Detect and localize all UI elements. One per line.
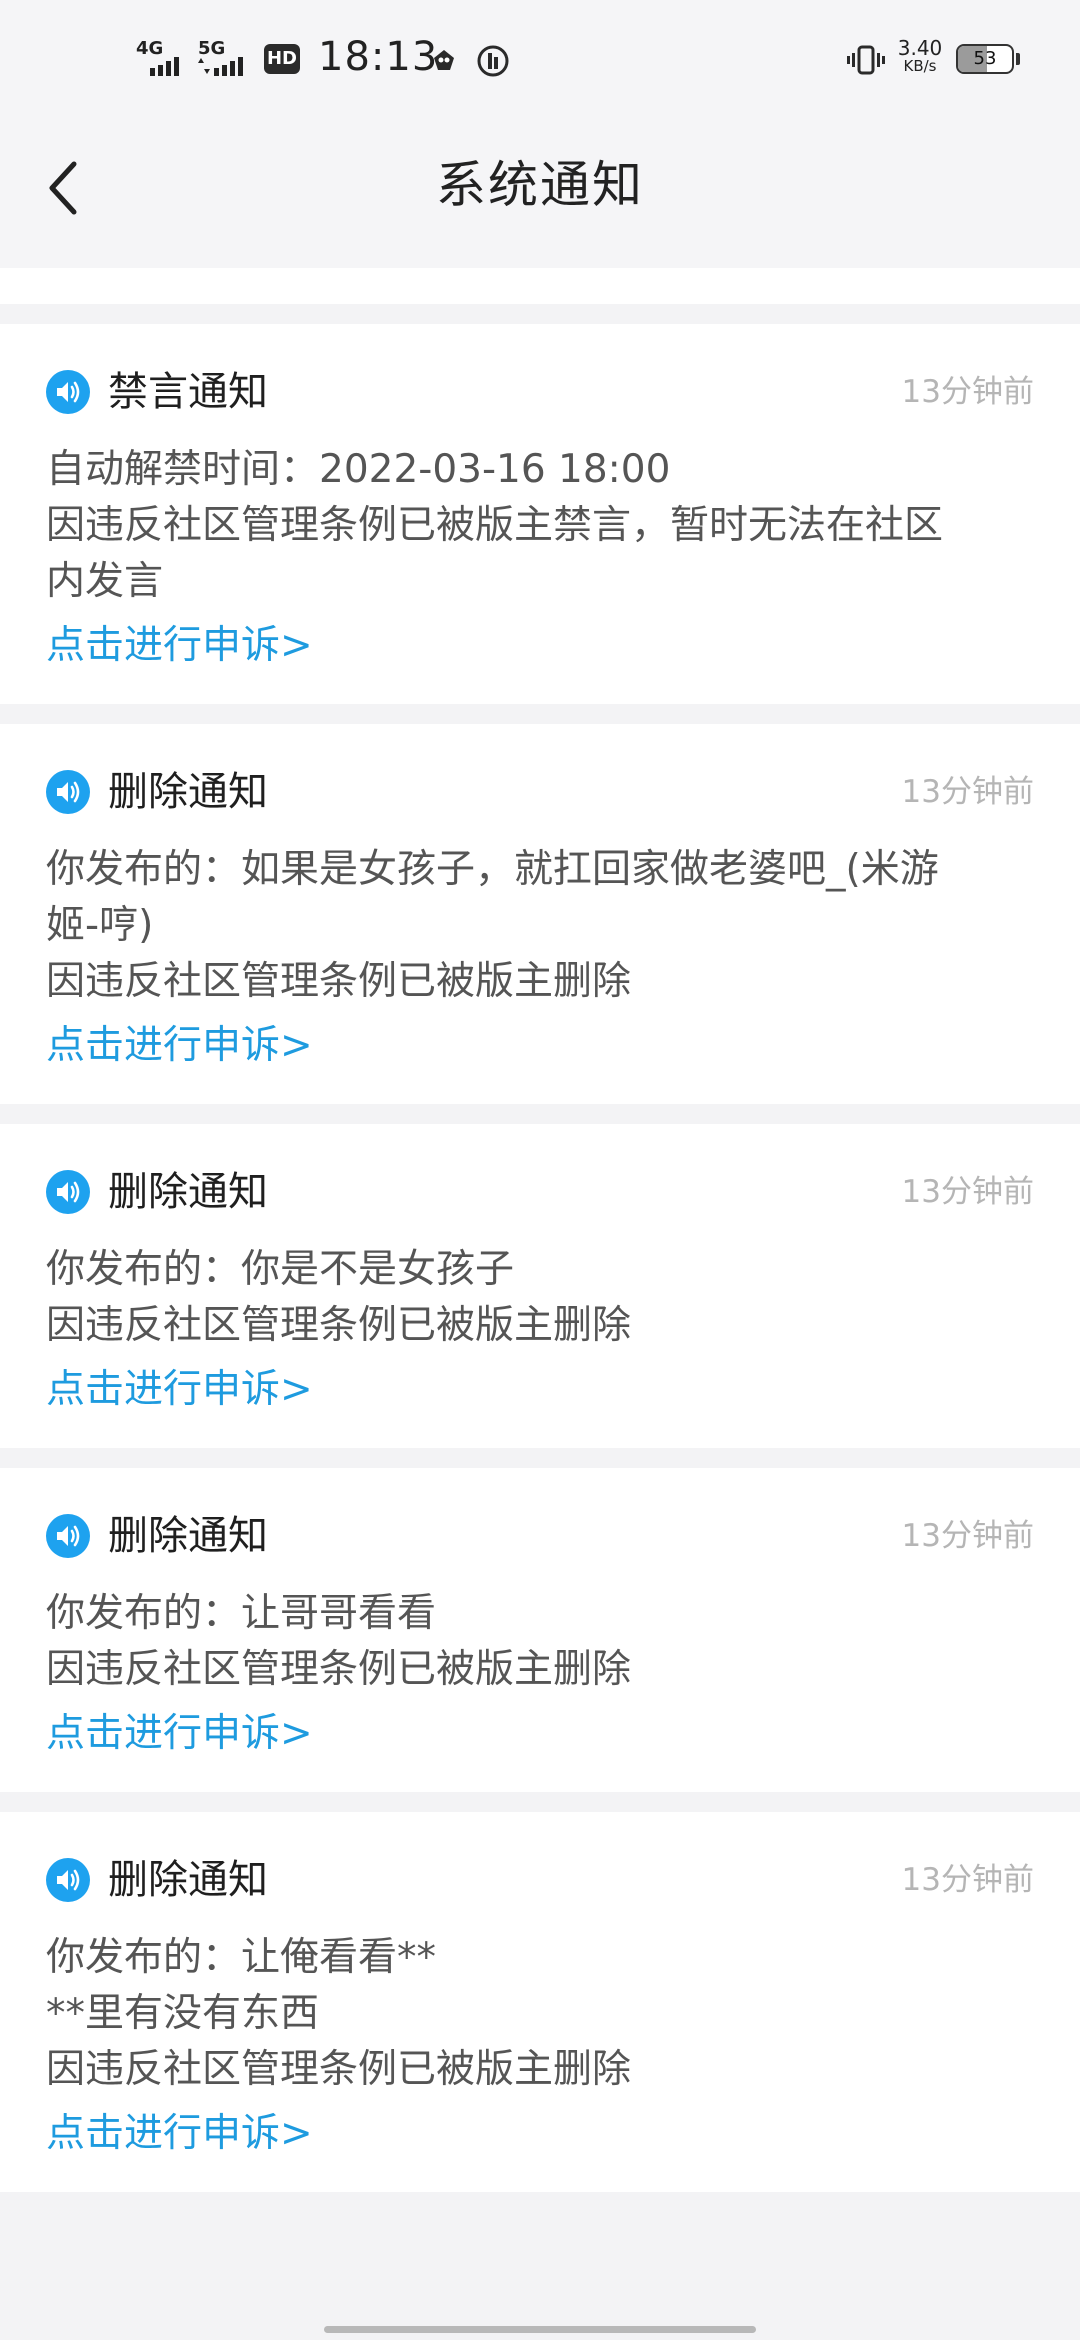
status-bar: 4G 5G HD 18:13 3.40 KB/s 53	[0, 0, 1080, 120]
speaker-icon	[46, 1170, 90, 1214]
notification-title: 删除通知	[108, 1169, 268, 1215]
appeal-link[interactable]: 点击进行申诉>	[46, 2106, 313, 2162]
notification-text-line: 因违反社区管理条例已被版主删除	[46, 1303, 632, 1348]
notification-body: 你发布的：让哥哥看看因违反社区管理条例已被版主删除	[46, 1586, 1034, 1698]
signal-bars-icon	[150, 57, 179, 76]
notification-title: 删除通知	[108, 769, 268, 815]
notification-time: 13分钟前	[901, 374, 1034, 410]
battery-tip	[1016, 53, 1020, 65]
notification-time: 13分钟前	[901, 1174, 1034, 1210]
hd-badge: HD	[264, 44, 300, 74]
signal-bars-icon	[214, 57, 243, 76]
status-clock: 18:13	[318, 34, 439, 80]
app-notification-icon	[477, 45, 509, 77]
notification-body: 你发布的：让俺看看** **里有没有东西因违反社区管理条例已被版主删除	[46, 1930, 1034, 2098]
notification-text-line: 内发言	[46, 559, 164, 604]
page-title: 系统通知	[436, 156, 644, 214]
game-app-icon	[434, 50, 454, 70]
speaker-icon	[46, 1514, 90, 1558]
notification-text-line: 因违反社区管理条例已被版主删除	[46, 1647, 632, 1692]
vibrate-icon	[847, 45, 885, 75]
notification-text-line: 你发布的：让俺看看**	[46, 1935, 437, 1980]
notification-card: 删除通知 13分钟前 你发布的：让哥哥看看因违反社区管理条例已被版主删除 点击进…	[0, 1468, 1080, 1792]
notification-text-line: 因违反社区管理条例已被版主删除	[46, 959, 632, 1004]
appeal-link[interactable]: 点击进行申诉>	[46, 1706, 313, 1762]
notification-title: 禁言通知	[108, 369, 268, 415]
notification-text-line: 你发布的：如果是女孩子，就扛回家做老婆吧_(米游	[46, 847, 939, 892]
notification-body: 你发布的：如果是女孩子，就扛回家做老婆吧_(米游 姬-哼) 因违反社区管理条例已被版…	[46, 842, 1034, 1010]
notification-header: 删除通知 13分钟前	[46, 1494, 1034, 1574]
notification-text-line: **里有没有东西	[46, 1991, 320, 2036]
notification-list: 禁言通知 13分钟前 自动解禁时间：2022-03-16 18:00 因违反社区管…	[0, 268, 1080, 2192]
notification-text-line: 自动解禁时间：2022-03-16 18:00	[46, 447, 671, 492]
battery-icon: 53	[956, 44, 1014, 74]
notification-header: 删除通知 13分钟前	[46, 1838, 1034, 1918]
list-top-edge	[0, 268, 1080, 304]
notification-card: 删除通知 13分钟前 你发布的：让俺看看** **里有没有东西因违反社区管理条例已…	[0, 1812, 1080, 2192]
notification-text-line: 因违反社区管理条例已被版主禁言，暂时无法在社区	[46, 503, 944, 548]
notification-text-line: 你发布的：你是不是女孩子	[46, 1247, 515, 1292]
notification-card: 删除通知 13分钟前 你发布的：如果是女孩子，就扛回家做老婆吧_(米游 姬-哼) 因…	[0, 724, 1080, 1104]
notification-body: 你发布的：你是不是女孩子因违反社区管理条例已被版主删除	[46, 1242, 1034, 1354]
notification-time: 13分钟前	[901, 1518, 1034, 1554]
notification-body: 自动解禁时间：2022-03-16 18:00 因违反社区管理条例已被版主禁言，暂…	[46, 442, 1034, 610]
notification-text-line: 你发布的：让哥哥看看	[46, 1591, 437, 1636]
net-speed-unit: KB/s	[903, 57, 937, 75]
appeal-link[interactable]: 点击进行申诉>	[46, 618, 313, 674]
notification-card: 禁言通知 13分钟前 自动解禁时间：2022-03-16 18:00 因违反社区管…	[0, 324, 1080, 704]
appeal-link[interactable]: 点击进行申诉>	[46, 1362, 313, 1418]
speaker-icon	[46, 1858, 90, 1902]
speaker-icon	[46, 370, 90, 414]
notification-time: 13分钟前	[901, 774, 1034, 810]
notification-time: 13分钟前	[901, 1862, 1034, 1898]
battery-level: 53	[973, 48, 997, 69]
notification-header: 禁言通知 13分钟前	[46, 350, 1034, 430]
data-arrows-icon	[198, 58, 210, 74]
net-speed-value: 3.40	[897, 36, 943, 60]
net-speed: 3.40 KB/s	[896, 38, 944, 74]
notification-header: 删除通知 13分钟前	[46, 750, 1034, 830]
notification-text-line: 因违反社区管理条例已被版主删除	[46, 2047, 632, 2092]
speaker-icon	[46, 770, 90, 814]
notification-title: 删除通知	[108, 1857, 268, 1903]
notification-text-line: 姬-哼)	[46, 903, 154, 948]
notification-card: 删除通知 13分钟前 你发布的：你是不是女孩子因违反社区管理条例已被版主删除 点…	[0, 1124, 1080, 1448]
notification-header: 删除通知 13分钟前	[46, 1150, 1034, 1230]
page-header: 系统通知	[0, 120, 1080, 268]
notification-title: 删除通知	[108, 1513, 268, 1559]
home-indicator[interactable]	[324, 2326, 756, 2333]
appeal-link[interactable]: 点击进行申诉>	[46, 1018, 313, 1074]
